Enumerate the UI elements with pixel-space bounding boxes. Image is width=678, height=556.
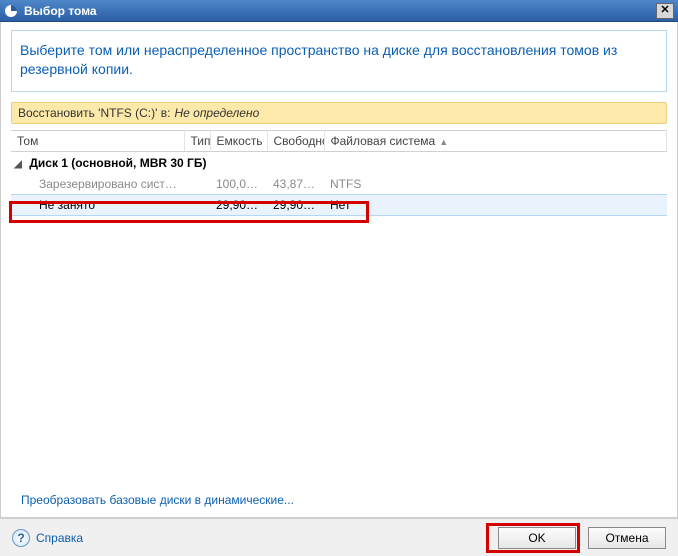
row-type <box>184 194 210 215</box>
row-free: 43,87 МБ <box>267 174 324 195</box>
volume-table-wrap: Том Тип Емкость Свободно Файловая систем… <box>11 130 667 216</box>
row-name: Зарезервировано систем… <box>11 174 184 195</box>
col-type[interactable]: Тип <box>184 130 210 151</box>
disk-label: Диск 1 (основной, MBR 30 ГБ) <box>29 156 206 170</box>
window-title: Выбор тома <box>24 4 97 18</box>
restore-target-label: Восстановить 'NTFS (C:)' в: <box>18 106 170 120</box>
cancel-button[interactable]: Отмена <box>588 527 666 549</box>
dialog-footer: ? Справка OK Отмена <box>0 518 678 556</box>
titlebar: Выбор тома ✕ <box>0 0 678 22</box>
col-capacity[interactable]: Емкость <box>210 130 267 151</box>
row-fs: NTFS <box>324 174 667 195</box>
col-filesystem[interactable]: Файловая система▲ <box>324 130 667 151</box>
sort-asc-icon: ▲ <box>439 137 448 147</box>
restore-target-bar: Восстановить 'NTFS (C:)' в: Не определен… <box>11 102 667 124</box>
convert-disks-link[interactable]: Преобразовать базовые диски в динамическ… <box>21 493 294 507</box>
help-label: Справка <box>36 531 83 545</box>
row-capacity: 100,00 … <box>210 174 267 195</box>
help-icon: ? <box>12 529 30 547</box>
close-button[interactable]: ✕ <box>656 3 674 19</box>
restore-target-value: Не определено <box>174 106 259 120</box>
ok-button[interactable]: OK <box>498 527 576 549</box>
row-capacity: 29,90 ГБ <box>210 194 267 215</box>
help-link[interactable]: ? Справка <box>12 529 83 547</box>
col-free[interactable]: Свободно <box>267 130 324 151</box>
disk-group-row[interactable]: ◢ Диск 1 (основной, MBR 30 ГБ) <box>11 151 667 174</box>
row-name: Не занято <box>39 198 95 212</box>
dialog-content: Выберите том или нераспределенное простр… <box>0 22 678 518</box>
row-fs: Нет <box>324 194 667 215</box>
table-row[interactable]: Не занято 29,90 ГБ 29,90 ГБ Нет <box>11 194 667 215</box>
col-volume[interactable]: Том <box>11 130 184 151</box>
table-header-row: Том Тип Емкость Свободно Файловая систем… <box>11 130 667 151</box>
row-type <box>184 174 210 195</box>
app-icon <box>4 4 18 18</box>
row-free: 29,90 ГБ <box>267 194 324 215</box>
instruction-text: Выберите том или нераспределенное простр… <box>11 30 667 92</box>
table-row[interactable]: Зарезервировано систем… 100,00 … 43,87 М… <box>11 174 667 195</box>
volume-table: Том Тип Емкость Свободно Файловая систем… <box>11 130 667 216</box>
collapse-toggle-icon[interactable]: ◢ <box>13 159 23 170</box>
ok-highlight: OK <box>486 523 580 553</box>
